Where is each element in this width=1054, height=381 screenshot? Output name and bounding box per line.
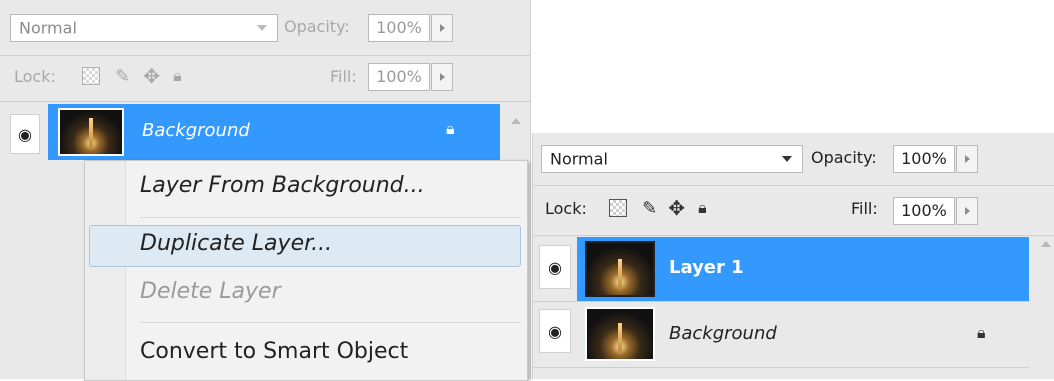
lock-all-icon[interactable]: 🔒︎ [173,66,182,86]
layer-thumbnail [58,108,124,156]
dropdown-arrow-icon [257,25,267,31]
lock-position-icon[interactable]: ✥ [668,196,685,220]
left-fill-field[interactable]: 100% [368,63,430,91]
right-opacity-value: 100% [901,149,947,168]
right-opacity-field[interactable]: 100% [893,145,955,173]
lock-position-icon[interactable]: ✥ [143,64,160,88]
left-fill-value: 100% [376,67,422,86]
left-background-layer-row[interactable]: Background 🔒︎ [48,104,500,160]
right-fill-field[interactable]: 100% [893,197,955,225]
eiffel-tower-thumbnail-detail [618,323,622,353]
right-background-layer-name: Background [669,323,777,344]
lock-transparent-icon[interactable] [609,199,627,217]
eiffel-tower-thumbnail-detail [618,259,622,289]
right-sep-2 [533,235,1054,236]
left-sep-1 [0,55,530,56]
right-lock-icons: ✎ ✥ 🔒︎ [609,196,707,222]
left-background-visibility-eye-icon[interactable]: ◉ [10,114,40,154]
padlock-icon: 🔒︎ [446,119,455,138]
right-sep-1 [533,185,1054,186]
right-background-visibility-eye-icon[interactable]: ◉ [539,309,571,353]
left-sep-2 [0,101,530,102]
left-fill-slider-arrow-icon[interactable] [431,63,453,91]
left-background-layer-name: Background [142,120,250,141]
menu-item-convert-to-smart-object[interactable]: Convert to Smart Object [140,339,408,364]
padlock-icon: 🔒︎ [977,323,986,342]
right-layer1-row[interactable]: Layer 1 [577,237,1029,301]
right-scroll-up-icon[interactable] [1041,241,1051,247]
right-blend-mode-value: Normal [550,149,608,169]
lock-image-icon[interactable]: ✎ [642,198,657,219]
lock-image-icon[interactable]: ✎ [115,66,130,87]
left-opacity-slider-arrow-icon[interactable] [431,14,453,42]
left-opacity-value: 100% [376,18,422,37]
eiffel-tower-thumbnail-detail [89,118,93,148]
left-opacity-field[interactable]: 100% [368,14,430,42]
right-lock-label: Lock: [545,199,587,218]
left-lock-label: Lock: [14,67,56,86]
menu-separator [140,217,521,218]
right-opacity-slider-arrow-icon[interactable] [956,145,978,173]
lock-transparent-icon[interactable] [82,67,100,85]
right-fill-value: 100% [901,201,947,220]
right-sep-4 [533,367,1029,368]
right-background-layer-row[interactable]: Background 🔒︎ [577,303,1029,365]
lock-all-icon[interactable]: 🔒︎ [698,198,707,218]
layer-thumbnail [585,241,655,297]
menu-item-delete-layer[interactable]: Delete Layer [140,279,281,304]
left-fill-label: Fill: [330,67,357,86]
right-blend-mode-select[interactable]: Normal [541,145,803,173]
menu-item-layer-from-background[interactable]: Layer From Background... [140,173,425,198]
right-sep-3 [533,301,1029,302]
right-layer1-visibility-eye-icon[interactable]: ◉ [539,245,571,289]
right-layers-panel: Normal Opacity: 100% Lock: ✎ ✥ 🔒︎ Fill: … [532,133,1054,379]
layer-thumbnail [585,307,655,361]
dropdown-arrow-icon [782,156,792,162]
left-blend-mode-select[interactable]: Normal [10,14,278,42]
left-scroll-up-icon[interactable] [511,118,521,124]
menu-separator [140,322,521,323]
menu-item-duplicate-layer[interactable]: Duplicate Layer... [140,231,332,256]
left-blend-mode-value: Normal [19,18,77,38]
left-lock-icons: ✎ ✥ 🔒︎ [82,64,182,90]
right-fill-label: Fill: [851,199,878,218]
right-fill-slider-arrow-icon[interactable] [956,197,978,225]
menu-icon-gutter [85,161,126,380]
right-layer1-name: Layer 1 [669,257,744,278]
right-opacity-label: Opacity: [811,148,877,167]
left-opacity-label: Opacity: [284,17,350,36]
layer-context-menu: Layer From Background... Duplicate Layer… [84,160,528,381]
